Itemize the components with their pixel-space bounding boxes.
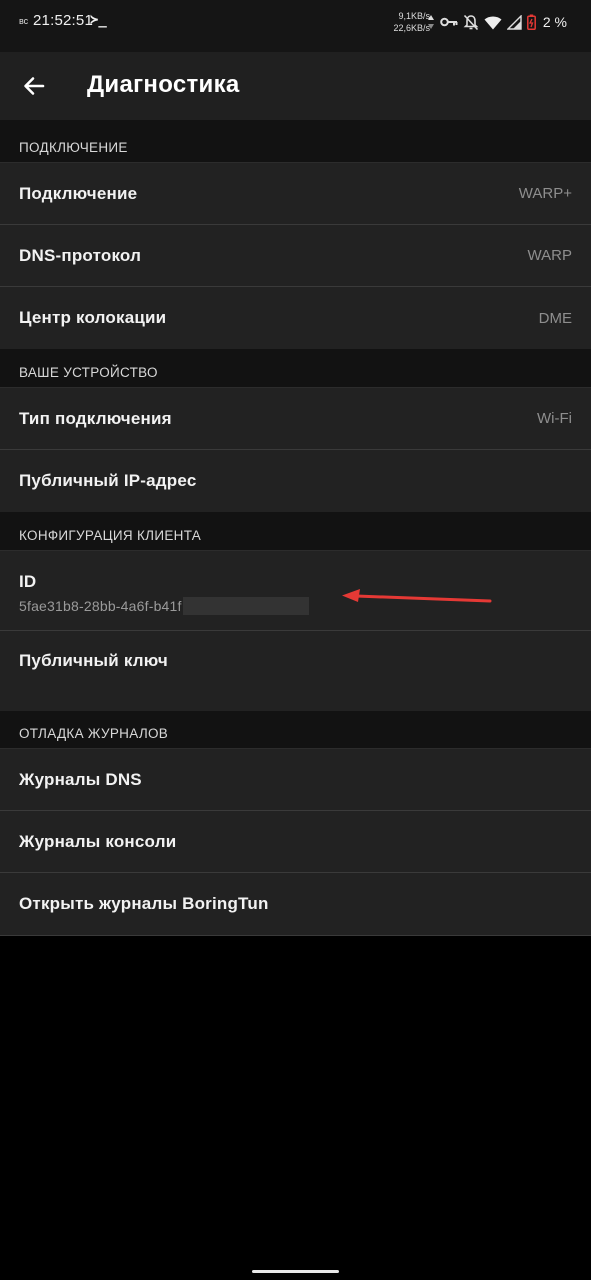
- data-arrows-icon: [427, 14, 435, 30]
- diagnostics-list: ПОДКЛЮЧЕНИЕ Подключение WARP+ DNS-проток…: [0, 120, 591, 936]
- row-label: Журналы консоли: [19, 831, 177, 851]
- status-day: вс: [19, 16, 29, 26]
- row-value: DME: [538, 309, 572, 327]
- section-header-device: ВАШЕ УСТРОЙСТВО: [0, 349, 591, 387]
- section-header-connection: ПОДКЛЮЧЕНИЕ: [0, 120, 591, 162]
- row-value: Wi-Fi: [537, 410, 572, 427]
- row-colocation-center[interactable]: Центр колокации DME: [0, 287, 591, 349]
- row-dns-protocol[interactable]: DNS-протокол WARP: [0, 225, 591, 287]
- vpn-key-icon: [440, 16, 458, 28]
- back-arrow-icon: [24, 77, 45, 95]
- client-id-value: 5fae31b8-28bb-4a6f-b41f: [19, 598, 182, 614]
- row-label: Открыть журналы BoringTun: [19, 894, 269, 913]
- wifi-icon: [484, 15, 502, 30]
- annotation-arrow-icon: [342, 589, 492, 603]
- battery-percent: 2 %: [542, 14, 567, 30]
- row-label: DNS-протокол: [19, 245, 142, 265]
- row-public-key[interactable]: Публичный ключ: [0, 631, 591, 711]
- row-connection[interactable]: Подключение WARP+: [0, 163, 591, 225]
- row-boringtun-logs[interactable]: Открыть журналы BoringTun: [0, 873, 591, 935]
- row-label: Подключение: [19, 183, 138, 203]
- row-label: Журналы DNS: [19, 769, 142, 789]
- row-connection-type[interactable]: Тип подключения Wi-Fi: [0, 388, 591, 450]
- row-dns-logs[interactable]: Журналы DNS: [0, 749, 591, 811]
- back-button[interactable]: [14, 66, 54, 106]
- section-header-client-config: КОНФИГУРАЦИЯ КЛИЕНТА: [0, 512, 591, 550]
- page-title: Диагностика: [87, 71, 240, 98]
- row-label: Публичный IP-адрес: [19, 471, 197, 490]
- row-console-logs[interactable]: Журналы консоли: [0, 811, 591, 873]
- cell-signal-icon: [506, 14, 522, 30]
- row-public-ip[interactable]: Публичный IP-адрес: [0, 450, 591, 512]
- section-header-logs: ОТЛАДКА ЖУРНАЛОВ: [0, 711, 591, 748]
- status-time: 21:52:51: [33, 12, 93, 29]
- client-config-group: ID 5fae31b8-28bb-4a6f-b41f Публичный клю…: [0, 550, 591, 711]
- status-icons: 2 %: [427, 12, 567, 32]
- status-bar: вс 21:52:51 ≻_ 9,1KB/s 22,6KB/s 2 %: [0, 0, 591, 52]
- row-label: Тип подключения: [19, 408, 172, 428]
- speed-up: 9,1KB/s: [398, 11, 430, 21]
- connection-group: Подключение WARP+ DNS-протокол WARP Цент…: [0, 162, 591, 349]
- row-label: Публичный ключ: [19, 651, 168, 670]
- row-value: WARP: [527, 247, 572, 264]
- device-group: Тип подключения Wi-Fi Публичный IP-адрес: [0, 387, 591, 512]
- app-bar: Диагностика: [0, 52, 591, 120]
- row-label: Центр колокации: [19, 308, 167, 327]
- speed-down: 22,6KB/s: [393, 23, 430, 33]
- battery-low-icon: [526, 14, 536, 30]
- logs-group: Журналы DNS Журналы консоли Открыть журн…: [0, 748, 591, 936]
- row-client-id[interactable]: ID 5fae31b8-28bb-4a6f-b41f: [0, 551, 591, 631]
- bell-off-icon: [463, 14, 479, 31]
- network-speed: 9,1KB/s 22,6KB/s: [386, 10, 430, 34]
- row-value: WARP+: [518, 185, 572, 202]
- gesture-nav-handle[interactable]: [252, 1270, 339, 1273]
- redacted-block: [182, 597, 309, 615]
- terminal-icon: ≻_: [90, 12, 107, 28]
